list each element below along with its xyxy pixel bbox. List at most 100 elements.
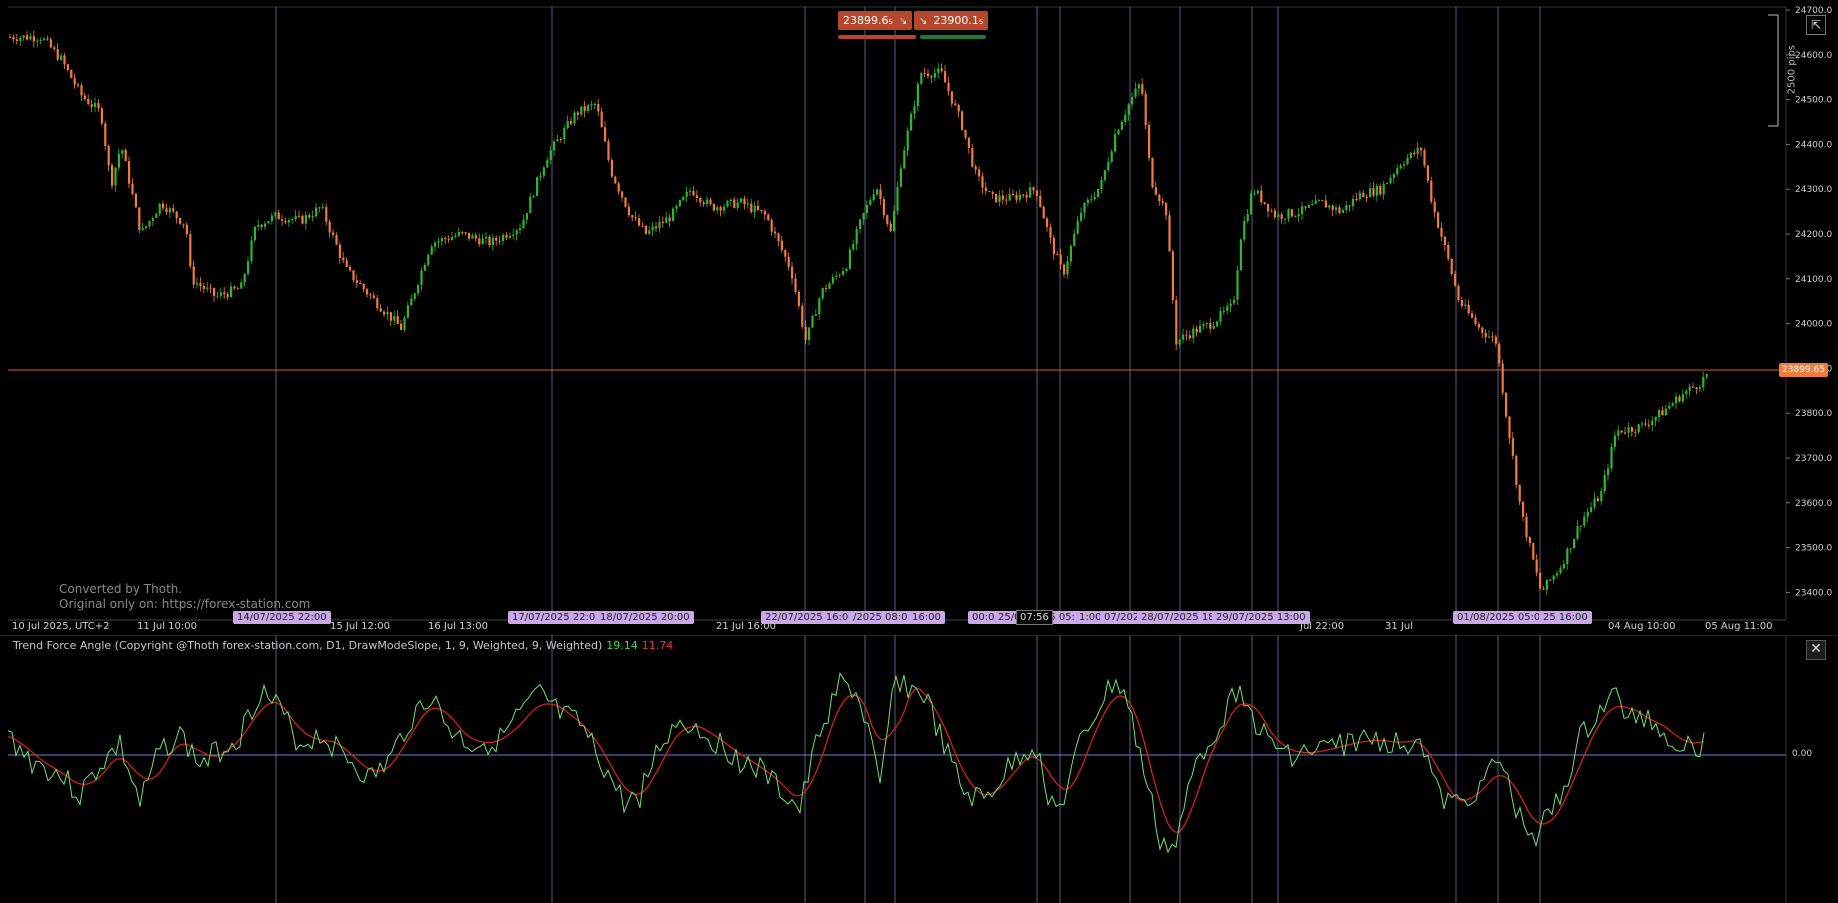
candle bbox=[1426, 165, 1429, 181]
candle bbox=[199, 283, 202, 286]
candle bbox=[614, 176, 617, 184]
candle bbox=[1001, 195, 1004, 200]
candle bbox=[104, 123, 107, 146]
candle bbox=[971, 148, 974, 167]
candle bbox=[148, 220, 151, 227]
candle bbox=[1331, 205, 1334, 211]
price-chart[interactable]: 24700.024600.024500.024400.024300.024200… bbox=[0, 0, 1838, 635]
candle bbox=[804, 326, 807, 340]
candle bbox=[145, 226, 148, 229]
candle bbox=[845, 268, 848, 271]
candle bbox=[1039, 195, 1042, 207]
candle bbox=[604, 127, 607, 142]
candle bbox=[73, 78, 76, 85]
candle bbox=[77, 84, 80, 86]
candle bbox=[1654, 417, 1657, 421]
candle bbox=[287, 219, 290, 223]
candle bbox=[876, 189, 879, 195]
candle bbox=[699, 198, 702, 203]
price-axis-label: 23800.0 bbox=[1795, 409, 1832, 419]
close-indicator-button[interactable]: ✕ bbox=[1806, 640, 1826, 660]
candle bbox=[1498, 343, 1501, 364]
candle bbox=[1392, 174, 1395, 178]
bid-price-tag[interactable]: 23899.6₅ ↘ bbox=[838, 11, 913, 30]
candle bbox=[940, 68, 943, 72]
candle bbox=[723, 206, 726, 211]
candle bbox=[1494, 336, 1497, 344]
candle bbox=[29, 36, 32, 40]
candle bbox=[787, 256, 790, 267]
candle bbox=[689, 190, 692, 192]
candle bbox=[1624, 432, 1627, 434]
candle bbox=[80, 85, 83, 96]
candle bbox=[1161, 201, 1164, 203]
watermark-line-1: Converted by Thoth. bbox=[59, 582, 183, 596]
candle bbox=[1634, 431, 1637, 433]
candle bbox=[981, 176, 984, 188]
candle bbox=[46, 38, 49, 40]
candle bbox=[468, 232, 471, 239]
candle bbox=[444, 238, 447, 240]
candle bbox=[617, 183, 620, 192]
candle bbox=[1573, 538, 1576, 549]
candle bbox=[563, 128, 566, 140]
candle bbox=[447, 239, 450, 241]
candle bbox=[719, 207, 722, 211]
candle bbox=[961, 111, 964, 130]
candle bbox=[1171, 251, 1174, 301]
candle bbox=[165, 208, 168, 213]
candle bbox=[750, 203, 753, 213]
candle bbox=[1579, 525, 1582, 527]
candle bbox=[1260, 190, 1263, 203]
candle bbox=[998, 195, 1001, 203]
time-marker-tag: 16:00 bbox=[908, 611, 945, 624]
candle bbox=[1093, 196, 1096, 200]
candle bbox=[1382, 184, 1385, 195]
candle bbox=[685, 191, 688, 197]
candle bbox=[865, 204, 868, 214]
candle bbox=[794, 278, 797, 292]
candle bbox=[332, 232, 335, 235]
candle bbox=[1365, 196, 1368, 198]
candle bbox=[675, 206, 678, 209]
candle bbox=[692, 190, 695, 196]
candle bbox=[1664, 408, 1667, 416]
candle bbox=[1046, 218, 1049, 227]
candle bbox=[923, 73, 926, 75]
candle bbox=[366, 289, 369, 295]
cursor-time-label: 07:56 bbox=[1016, 610, 1053, 625]
candle bbox=[886, 215, 889, 224]
candle bbox=[512, 234, 515, 236]
candle bbox=[1182, 334, 1185, 340]
candle bbox=[791, 266, 794, 279]
ask-price-tag[interactable]: ↘ 23900.1₅ bbox=[914, 11, 989, 30]
candle bbox=[1644, 423, 1647, 425]
watermark-line-2: Original only on: https://forex-station.… bbox=[59, 597, 311, 611]
candle bbox=[808, 327, 811, 340]
candle bbox=[774, 231, 777, 234]
candle bbox=[267, 221, 270, 224]
candle bbox=[913, 106, 916, 114]
detach-chart-button[interactable]: ⇱ bbox=[1806, 15, 1826, 35]
candle bbox=[134, 193, 137, 208]
candle bbox=[372, 295, 375, 299]
candle bbox=[1063, 264, 1066, 275]
candle bbox=[352, 270, 355, 281]
candle bbox=[641, 225, 644, 227]
candle bbox=[556, 139, 559, 142]
candle bbox=[848, 249, 851, 269]
candle bbox=[1025, 195, 1028, 198]
candle bbox=[1059, 254, 1062, 265]
candle bbox=[383, 311, 386, 315]
candle bbox=[944, 71, 947, 83]
candle bbox=[1042, 206, 1045, 219]
candle bbox=[355, 280, 358, 283]
candle bbox=[1603, 475, 1606, 492]
indicator-panel[interactable] bbox=[0, 635, 1838, 903]
candle bbox=[648, 230, 651, 234]
candle bbox=[1559, 568, 1562, 574]
candle bbox=[1124, 114, 1127, 122]
candle bbox=[1277, 214, 1280, 218]
candle bbox=[451, 237, 454, 241]
candle bbox=[1556, 573, 1559, 576]
